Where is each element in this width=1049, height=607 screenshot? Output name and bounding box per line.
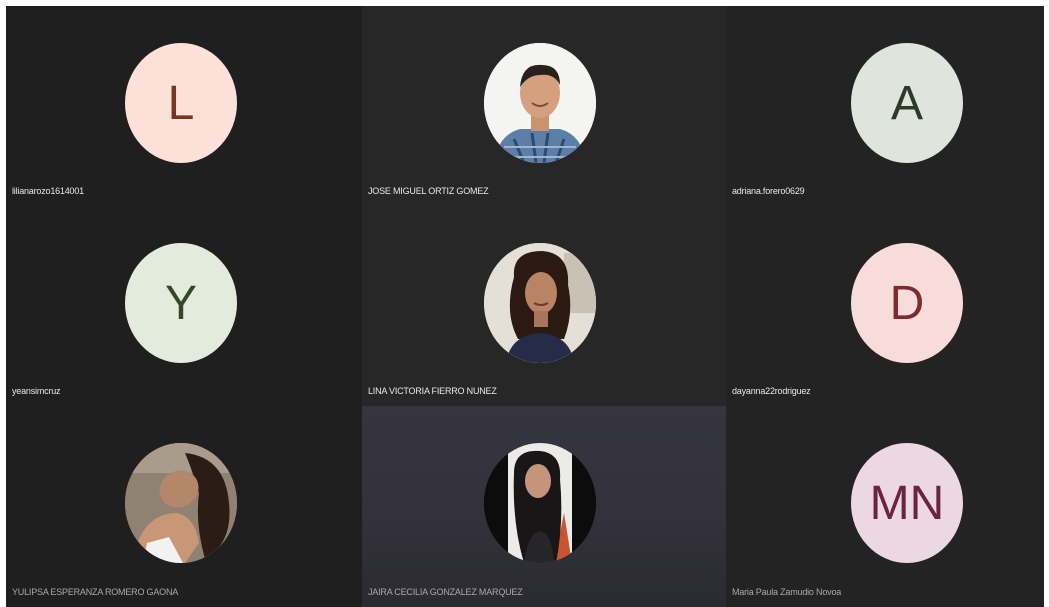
participant-grid: L lilianarozo1614001 JOSE MIGUEL ORTIZ G…: [6, 6, 1044, 607]
avatar-letter: MN: [869, 476, 945, 530]
participant-name: Maria Paula Zamudio Novoa: [732, 587, 842, 597]
avatar-letter: L: [167, 76, 195, 130]
avatar-initial: D: [851, 243, 963, 363]
participant-name: adriana.forero0629: [732, 186, 805, 196]
avatar-initial: L: [125, 43, 237, 163]
woman-portrait-icon: [125, 443, 237, 563]
participant-name: YULIPSA ESPERANZA ROMERO GAONA: [12, 587, 179, 597]
avatar-photo: [484, 243, 596, 363]
meeting-gallery-view: L lilianarozo1614001 JOSE MIGUEL ORTIZ G…: [6, 6, 1044, 607]
participant-tile-6[interactable]: D dayanna22rodriguez: [726, 206, 1044, 406]
avatar-letter: A: [890, 76, 923, 130]
participant-tile-3[interactable]: A adriana.forero0629: [726, 6, 1044, 206]
participant-tile-4[interactable]: Y yeansimcruz: [6, 206, 362, 406]
avatar-photo: [484, 443, 596, 563]
participant-tile-8[interactable]: JAIRA CECILIA GONZALEZ MARQUEZ: [362, 406, 726, 607]
participant-name: LINA VICTORIA FIERRO NUNEZ: [368, 386, 497, 396]
avatar-letter: Y: [164, 276, 197, 330]
participant-name: JOSE MIGUEL ORTIZ GOMEZ: [368, 186, 489, 196]
woman-portrait-icon: [484, 243, 596, 363]
participant-tile-1[interactable]: L lilianarozo1614001: [6, 6, 362, 206]
avatar-photo: [484, 43, 596, 163]
avatar-letter: D: [889, 276, 925, 330]
avatar-photo: [125, 443, 237, 563]
participant-name: yeansimcruz: [12, 386, 61, 396]
participant-tile-2[interactable]: JOSE MIGUEL ORTIZ GOMEZ: [362, 6, 726, 206]
participant-name: dayanna22rodriguez: [732, 386, 811, 396]
participant-tile-7[interactable]: YULIPSA ESPERANZA ROMERO GAONA: [6, 406, 362, 607]
man-portrait-icon: [484, 43, 596, 163]
avatar-initial: A: [851, 43, 963, 163]
participant-tile-9[interactable]: MN Maria Paula Zamudio Novoa: [726, 406, 1044, 607]
avatar-initial: Y: [125, 243, 237, 363]
participant-name: JAIRA CECILIA GONZALEZ MARQUEZ: [368, 587, 523, 597]
participant-name: lilianarozo1614001: [12, 186, 84, 196]
avatar-initial: MN: [851, 443, 963, 563]
participant-tile-5[interactable]: LINA VICTORIA FIERRO NUNEZ: [362, 206, 726, 406]
woman-portrait-icon: [484, 443, 596, 563]
